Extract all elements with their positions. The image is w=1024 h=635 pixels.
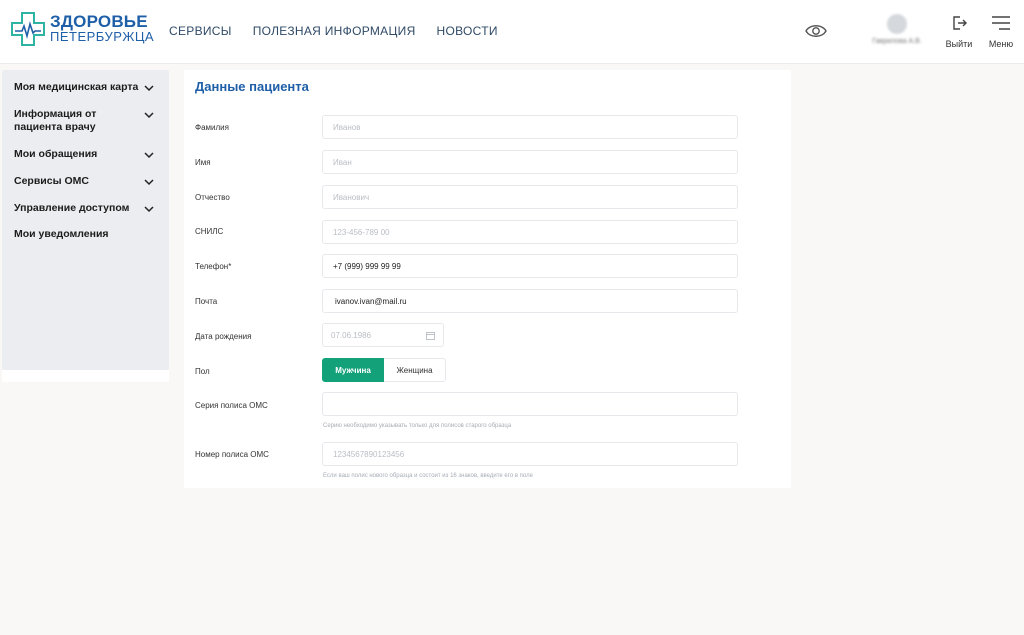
logout-button[interactable]: Выйти: [943, 15, 975, 49]
oms-number-label: Номер полиса ОМС: [195, 450, 269, 459]
phone-input[interactable]: +7 (999) 999 99 99: [322, 254, 738, 278]
sidebar-item-label: Управление доступом: [14, 202, 130, 214]
sidebar-item-label: Мои уведомления: [14, 228, 109, 240]
email-value: ivanov.ivan@mail.ru: [335, 296, 407, 306]
menu-button[interactable]: Меню: [985, 15, 1017, 49]
sidebar-item-patient-info[interactable]: Информация от пациента врачу: [2, 108, 169, 134]
name-input[interactable]: Иван: [322, 150, 738, 174]
oms-number-hint: Если ваш полис нового образца и состоит …: [323, 473, 533, 479]
logout-icon: [953, 16, 967, 30]
sidebar-item-requests[interactable]: Мои обращения: [2, 148, 169, 161]
logo-text: ЗДОРОВЬЕ ПЕТЕРБУРЖЦА: [50, 12, 155, 44]
patronymic-label: Отчество: [195, 193, 230, 202]
chevron-down-icon: [144, 179, 154, 186]
calendar-icon[interactable]: [426, 331, 435, 340]
eye-icon[interactable]: [805, 22, 827, 40]
sidebar-item-label: Сервисы ОМС: [14, 175, 89, 187]
main-nav: СЕРВИСЫ ПОЛЕЗНАЯ ИНФОРМАЦИЯ НОВОСТИ: [169, 24, 498, 38]
patient-data-card: Данные пациента Фамилия Иванов Имя Иван …: [184, 70, 791, 488]
surname-label: Фамилия: [195, 123, 229, 132]
sidebar-item-label: Моя медицинская карта: [14, 81, 139, 93]
oms-series-hint: Серию необходимо указывать только для по…: [323, 423, 512, 429]
sidebar-item-medical-card[interactable]: Моя медицинская карта: [2, 81, 169, 94]
page-title: Данные пациента: [195, 79, 309, 94]
patronymic-input[interactable]: Иванович: [322, 185, 738, 209]
gender-female-button[interactable]: Женщина: [384, 358, 446, 382]
surname-placeholder: Иванов: [333, 122, 361, 132]
logo-line2: ПЕТЕРБУРЖЦА: [50, 29, 155, 44]
sidebar-item-label: Мои обращения: [14, 148, 98, 160]
patronymic-placeholder: Иванович: [333, 192, 370, 202]
user-profile[interactable]: Гаврилова А.В.: [862, 14, 932, 45]
name-placeholder: Иван: [333, 157, 352, 167]
sidebar-item-oms-services[interactable]: Сервисы ОМС: [2, 175, 169, 188]
sidebar-item-access-control[interactable]: Управление доступом: [2, 202, 169, 215]
oms-series-label: Серия полиса ОМС: [195, 401, 268, 410]
gender-male-button[interactable]: Мужчина: [322, 358, 384, 382]
nav-news[interactable]: НОВОСТИ: [437, 24, 498, 38]
gender-label: Пол: [195, 367, 210, 376]
avatar: [887, 14, 907, 34]
birthdate-placeholder: 07.06.1986: [331, 330, 372, 340]
sidebar-item-notifications[interactable]: Мои уведомления: [2, 228, 169, 241]
nav-services[interactable]: СЕРВИСЫ: [169, 24, 232, 38]
sidebar-item-label: Информация от пациента врачу: [14, 108, 97, 133]
chevron-down-icon: [144, 152, 154, 159]
oms-number-placeholder: 1234567890123456: [333, 449, 405, 459]
birthdate-label: Дата рождения: [195, 332, 252, 341]
phone-label: Телефон*: [195, 262, 232, 271]
snils-placeholder: 123-456-789 00: [333, 227, 390, 237]
menu-icon: [992, 16, 1010, 30]
email-input[interactable]: ivanov.ivan@mail.ru: [322, 289, 738, 313]
gender-toggle: Мужчина Женщина: [322, 358, 446, 382]
user-name: Гаврилова А.В.: [872, 38, 922, 45]
logo-line1: ЗДОРОВЬЕ: [50, 12, 148, 31]
birthdate-input[interactable]: 07.06.1986: [322, 323, 444, 347]
sidebar: Моя медицинская карта Информация от паци…: [2, 70, 169, 370]
oms-series-input[interactable]: [322, 392, 738, 416]
snils-label: СНИЛС: [195, 227, 224, 236]
phone-value: +7 (999) 999 99 99: [333, 261, 401, 271]
site-logo[interactable]: ЗДОРОВЬЕ ПЕТЕРБУРЖЦА: [11, 12, 154, 46]
menu-label: Меню: [988, 39, 1014, 49]
top-header: ЗДОРОВЬЕ ПЕТЕРБУРЖЦА СЕРВИСЫ ПОЛЕЗНАЯ ИН…: [0, 0, 1024, 64]
nav-useful-info[interactable]: ПОЛЕЗНАЯ ИНФОРМАЦИЯ: [253, 24, 416, 38]
logout-label: Выйти: [945, 39, 973, 49]
email-label: Почта: [195, 297, 218, 306]
chevron-down-icon: [144, 85, 154, 92]
chevron-down-icon: [144, 112, 154, 119]
sidebar-footer-strip: [2, 370, 169, 382]
surname-input[interactable]: Иванов: [322, 115, 738, 139]
chevron-down-icon: [144, 206, 154, 213]
oms-number-input[interactable]: 1234567890123456: [322, 442, 738, 466]
snils-input[interactable]: 123-456-789 00: [322, 220, 738, 244]
logo-cross-icon: [11, 12, 45, 46]
name-label: Имя: [195, 158, 211, 167]
